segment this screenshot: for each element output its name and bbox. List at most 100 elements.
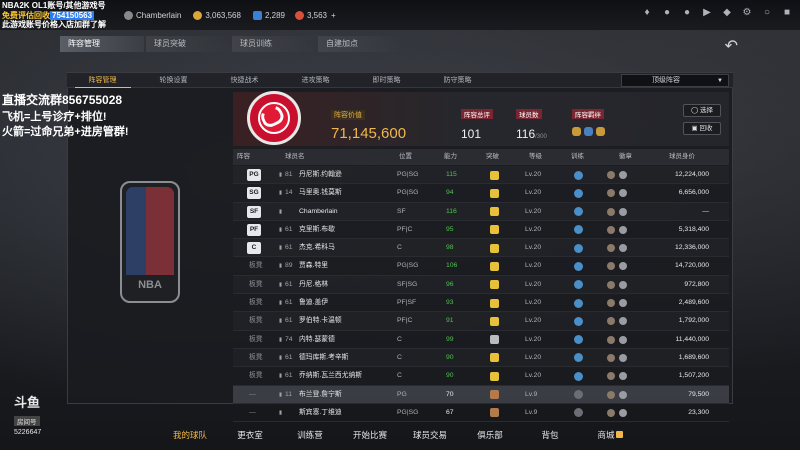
training-icon[interactable] xyxy=(574,243,583,253)
breakthrough-icon[interactable] xyxy=(490,170,499,180)
table-row[interactable]: 板凳 ▮ 61 丹尼.格林 SF|SG 96 Lv.20 972,800 xyxy=(233,276,729,295)
breakthrough-icon[interactable] xyxy=(490,280,499,290)
player-name[interactable]: 德玛库斯.考辛斯 xyxy=(299,349,348,367)
player-name[interactable]: 杰克.希科马 xyxy=(299,239,335,257)
badge-icon[interactable] xyxy=(607,262,615,271)
badge-icon[interactable] xyxy=(607,280,615,289)
subtab-quick-tactics[interactable]: 快捷战术 xyxy=(209,73,280,88)
table-row[interactable]: 板凳 ▮ 61 德玛库斯.考辛斯 C 90 Lv.20 1,689,600 xyxy=(233,349,729,368)
badge-icon[interactable] xyxy=(607,408,615,417)
badge-icon[interactable] xyxy=(607,299,615,308)
recall-button[interactable]: ▣ 回收 xyxy=(683,122,721,135)
training-icon[interactable] xyxy=(574,390,583,400)
badge-icon[interactable] xyxy=(619,390,627,399)
training-icon[interactable] xyxy=(574,408,583,418)
subtab-offense[interactable]: 进攻策略 xyxy=(280,73,351,88)
table-row[interactable]: 板凳 ▮ 61 乔纳斯.瓦兰西尤纳斯 C 90 Lv.20 1,507,200 xyxy=(233,367,729,386)
breakthrough-icon[interactable] xyxy=(490,316,499,326)
breakthrough-icon[interactable] xyxy=(490,225,499,235)
exit-icon[interactable]: ■ xyxy=(782,8,792,18)
badge-icon[interactable] xyxy=(619,207,627,216)
training-icon[interactable] xyxy=(574,280,583,290)
nav-store[interactable]: 商城 xyxy=(580,429,640,441)
badge-icon[interactable] xyxy=(607,207,615,216)
training-icon[interactable] xyxy=(574,335,583,345)
add-currency-button[interactable]: + xyxy=(331,11,336,20)
training-icon[interactable] xyxy=(574,170,583,180)
table-row[interactable]: PG ▮ 81 丹尼斯.约翰逊 PG|SG 115 Lv.20 12,224,0… xyxy=(233,166,729,185)
player-name[interactable]: 贾森.特里 xyxy=(299,257,328,275)
training-icon[interactable] xyxy=(574,225,583,235)
subtab-instant[interactable]: 即时策略 xyxy=(351,73,422,88)
bell-icon[interactable]: ♦ xyxy=(642,8,652,18)
badge-icon[interactable] xyxy=(607,317,615,326)
badge-icon[interactable] xyxy=(607,390,615,399)
nav-locker-room[interactable]: 更衣室 xyxy=(220,429,280,441)
lineup-dropdown[interactable]: 顶级阵容 ▼ xyxy=(621,74,729,87)
nav-player-trade[interactable]: 球员交易 xyxy=(400,429,460,441)
breakthrough-icon[interactable] xyxy=(490,243,499,253)
table-row[interactable]: — ▮ 11 布兰登.詹宁斯 PG 70 Lv.9 79,500 xyxy=(233,385,729,404)
badge-icon[interactable] xyxy=(607,335,615,344)
training-icon[interactable] xyxy=(574,261,583,271)
training-icon[interactable] xyxy=(574,316,583,326)
subtab-defense[interactable]: 防守策略 xyxy=(422,73,493,88)
player-name[interactable]: 罗伯特.卡温顿 xyxy=(299,312,342,330)
tab-lineup[interactable]: 阵容管理 xyxy=(60,36,144,52)
nav-start-game[interactable]: 开始比赛 xyxy=(340,429,400,441)
badge-icon[interactable] xyxy=(619,244,627,253)
player-name[interactable]: 内特.瑟蒙德 xyxy=(299,331,335,349)
subtab-lineup[interactable]: 阵容管理 xyxy=(67,73,138,88)
table-row[interactable]: SF ▮ Chamberlain SF 116 Lv.20 — xyxy=(233,203,729,221)
badge-icon[interactable] xyxy=(607,353,615,362)
nav-training-camp[interactable]: 训练营 xyxy=(280,429,340,441)
table-row[interactable]: 板凳 ▮ 89 贾森.特里 PG|SG 106 Lv.20 14,720,000 xyxy=(233,257,729,276)
tab-breakthrough[interactable]: 球员突破 xyxy=(146,36,230,52)
player-name[interactable]: 马里奥.钱莫斯 xyxy=(299,184,342,202)
breakthrough-icon[interactable] xyxy=(490,353,499,363)
badge-icon[interactable] xyxy=(607,225,615,234)
back-icon[interactable]: ↶ xyxy=(725,36,738,56)
tab-custom-points[interactable]: 自建加点 xyxy=(318,36,402,52)
badge-icon[interactable] xyxy=(619,280,627,289)
tab-training[interactable]: 球员训练 xyxy=(232,36,316,52)
badge-icon[interactable] xyxy=(619,299,627,308)
badge-icon[interactable] xyxy=(619,262,627,271)
table-row[interactable]: 板凳 ▮ 61 鲁迪.盖伊 PF|SF 93 Lv.20 2,489,600 xyxy=(233,294,729,313)
badge-icon[interactable] xyxy=(619,408,627,417)
table-row[interactable]: C ▮ 61 杰克.希科马 C 98 Lv.20 12,336,000 xyxy=(233,239,729,258)
player-name[interactable]: 丹尼.格林 xyxy=(299,276,328,294)
breakthrough-icon[interactable] xyxy=(490,335,499,345)
badge-icon[interactable] xyxy=(619,317,627,326)
breakthrough-icon[interactable] xyxy=(490,390,499,400)
badge-icon[interactable] xyxy=(619,353,627,362)
breakthrough-icon[interactable] xyxy=(490,298,499,308)
badge-icon[interactable] xyxy=(619,225,627,234)
player-name[interactable]: 斯宾塞.丁维迪 xyxy=(299,404,342,422)
breakthrough-icon[interactable] xyxy=(490,207,499,217)
breakthrough-icon[interactable] xyxy=(490,408,499,418)
table-row[interactable]: PF ▮ 61 克里斯.布歇 PF|C 95 Lv.20 5,318,400 xyxy=(233,221,729,240)
nav-club[interactable]: 俱乐部 xyxy=(460,429,520,441)
video-icon[interactable]: ▶ xyxy=(702,8,712,18)
training-icon[interactable] xyxy=(574,207,583,217)
table-row[interactable]: SG ▮ 14 马里奥.钱莫斯 PG|SG 94 Lv.20 6,656,000 xyxy=(233,184,729,203)
player-name[interactable]: 乔纳斯.瓦兰西尤纳斯 xyxy=(299,367,362,385)
badge-icon[interactable] xyxy=(619,335,627,344)
user-icon[interactable]: ● xyxy=(662,8,672,18)
badge-icon[interactable] xyxy=(619,372,627,381)
training-icon[interactable] xyxy=(574,298,583,308)
player-name[interactable]: Chamberlain xyxy=(299,203,338,221)
nav-my-team[interactable]: 我的球队 xyxy=(160,429,220,441)
training-icon[interactable] xyxy=(574,353,583,363)
chemistry-icons[interactable] xyxy=(572,127,605,136)
table-row[interactable]: — ▮ 斯宾塞.丁维迪 PG|SG 67 Lv.9 23,300 xyxy=(233,404,729,423)
select-button[interactable]: ◯ 选择 xyxy=(683,104,721,117)
badge-icon[interactable] xyxy=(619,171,627,179)
nav-backpack[interactable]: 背包 xyxy=(520,429,580,441)
breakthrough-icon[interactable] xyxy=(490,261,499,271)
player-name[interactable]: 克里斯.布歇 xyxy=(299,221,335,239)
training-icon[interactable] xyxy=(574,371,583,381)
breakthrough-icon[interactable] xyxy=(490,371,499,381)
gear-icon[interactable]: ⚙ xyxy=(742,8,752,18)
